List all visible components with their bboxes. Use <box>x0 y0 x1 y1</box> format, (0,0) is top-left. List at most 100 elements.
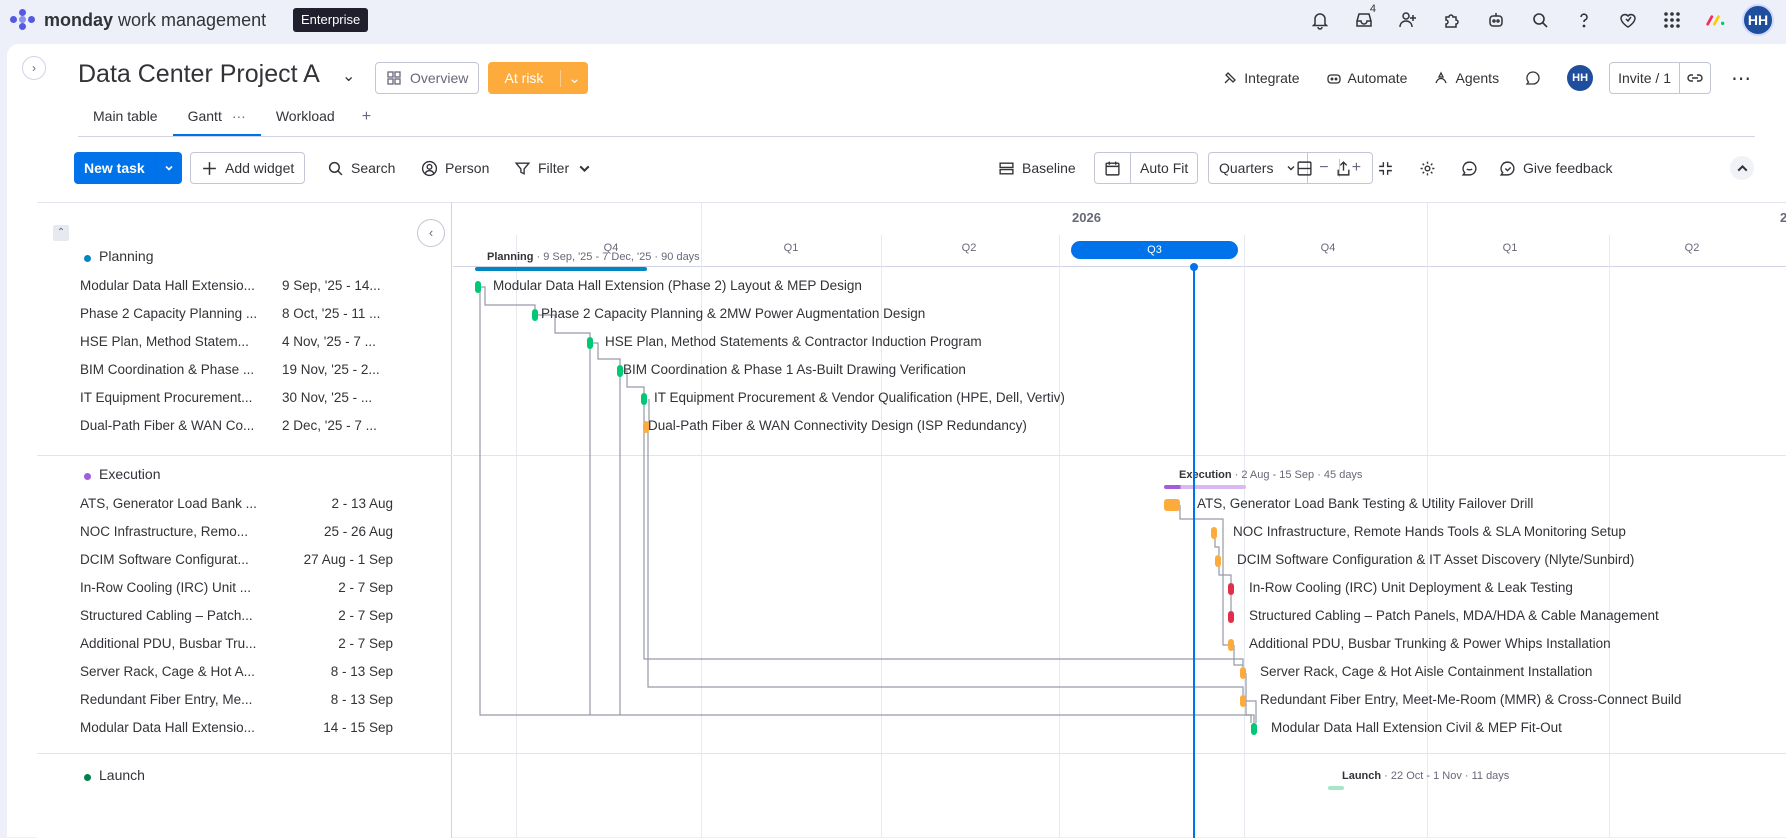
automate-button[interactable]: Automate <box>1326 70 1407 86</box>
task-dates[interactable]: 2 - 7 Sep <box>293 636 393 651</box>
task-dates[interactable]: 4 Nov, '25 - 7 ... <box>282 334 402 349</box>
task-name[interactable]: DCIM Software Configurat... <box>80 552 260 567</box>
split-view-icon[interactable] <box>1296 152 1313 184</box>
help-icon[interactable] <box>1562 0 1606 40</box>
inbox-icon[interactable]: 4 <box>1342 0 1386 40</box>
invite-person-icon[interactable] <box>1386 0 1430 40</box>
tab-options-icon[interactable]: ··· <box>232 108 246 124</box>
task-dates[interactable]: 2 - 13 Aug <box>293 496 393 511</box>
task-name[interactable]: Structured Cabling – Patch... <box>80 608 260 623</box>
export-icon[interactable] <box>1335 152 1352 184</box>
invite-button[interactable]: Invite / 1 <box>1609 62 1711 94</box>
task-name[interactable]: Additional PDU, Busbar Tru... <box>80 636 260 651</box>
ai-chat-icon[interactable] <box>1461 152 1478 184</box>
task-dates[interactable]: 2 - 7 Sep <box>293 608 393 623</box>
task-bar[interactable] <box>1228 639 1234 651</box>
group-name[interactable]: Launch <box>99 767 145 783</box>
chevron-down-icon[interactable] <box>156 152 182 184</box>
user-avatar[interactable]: HH <box>1742 4 1774 36</box>
task-dates[interactable]: 19 Nov, '25 - 2... <box>282 362 402 377</box>
tab-workload[interactable]: Workload <box>261 100 350 136</box>
group-color-dot <box>84 255 91 262</box>
updates-button[interactable] <box>1525 70 1541 86</box>
task-name[interactable]: In-Row Cooling (IRC) Unit ... <box>80 580 260 595</box>
board-member-avatar[interactable]: HH <box>1567 65 1594 91</box>
zoom-level-select[interactable]: Quarters <box>1209 153 1309 183</box>
agents-button[interactable]: Agents <box>1433 70 1499 86</box>
task-dates[interactable]: 2 Dec, '25 - 7 ... <box>282 418 402 433</box>
more-options-icon[interactable]: ⋯ <box>1731 66 1752 91</box>
task-dates[interactable]: 2 - 7 Sep <box>293 580 393 595</box>
collapse-all-icon[interactable]: ⌃ <box>53 225 69 241</box>
status-at-risk-button[interactable]: At risk ⌄ <box>488 62 588 94</box>
task-dates[interactable]: 8 - 13 Sep <box>293 692 393 707</box>
filter-button[interactable]: Filter <box>514 152 593 184</box>
baseline-button[interactable]: Baseline <box>998 152 1076 184</box>
task-name[interactable]: Modular Data Hall Extensio... <box>80 720 260 735</box>
task-bar[interactable] <box>1251 723 1257 735</box>
puzzle-icon[interactable] <box>1430 0 1474 40</box>
task-name[interactable]: IT Equipment Procurement... <box>80 390 260 405</box>
task-bar[interactable] <box>1240 667 1246 679</box>
task-name[interactable]: NOC Infrastructure, Remo... <box>80 524 260 539</box>
task-name[interactable]: Server Rack, Cage & Hot A... <box>80 664 260 679</box>
settings-gear-icon[interactable] <box>1419 152 1436 184</box>
task-dates[interactable]: 25 - 26 Aug <box>293 524 393 539</box>
task-dates[interactable]: 14 - 15 Sep <box>293 720 393 735</box>
person-filter-button[interactable]: Person <box>421 152 489 184</box>
task-bar[interactable] <box>1211 527 1217 539</box>
search-button[interactable]: Search <box>327 152 395 184</box>
board-title[interactable]: Data Center Project A <box>78 60 320 89</box>
dependency-arrows <box>479 286 1257 723</box>
tab-main-table[interactable]: Main table <box>78 100 173 136</box>
new-task-button[interactable]: New task <box>74 152 182 184</box>
robot-icon[interactable] <box>1474 0 1518 40</box>
group-summary-bar[interactable] <box>1328 786 1344 790</box>
task-bar[interactable] <box>1215 555 1221 567</box>
monday-logo[interactable]: monday work management <box>10 9 266 31</box>
integrate-button[interactable]: Integrate <box>1222 70 1300 86</box>
give-feedback-button[interactable]: Give feedback <box>1499 152 1613 184</box>
task-name[interactable]: ATS, Generator Load Bank ... <box>80 496 260 511</box>
add-view-button[interactable]: + <box>350 100 383 136</box>
task-bar[interactable] <box>641 393 647 405</box>
heart-icon[interactable] <box>1606 0 1650 40</box>
overview-button[interactable]: Overview <box>375 62 480 94</box>
task-bar[interactable] <box>475 281 481 293</box>
add-widget-button[interactable]: Add widget <box>190 152 306 184</box>
task-dates[interactable]: 8 - 13 Sep <box>293 664 393 679</box>
group-summary-bar[interactable] <box>475 267 647 271</box>
fullscreen-collapse-icon[interactable] <box>1377 152 1394 184</box>
group-summary-bar[interactable] <box>1164 485 1246 489</box>
collapse-pane-button[interactable]: ‹ <box>417 219 445 247</box>
task-name[interactable]: Phase 2 Capacity Planning ... <box>80 306 260 321</box>
group-name[interactable]: Planning <box>99 248 154 264</box>
task-dates[interactable]: 9 Sep, '25 - 14... <box>282 278 402 293</box>
tab-gantt[interactable]: Gantt ··· <box>172 100 261 136</box>
task-bar[interactable] <box>1228 611 1234 623</box>
task-name[interactable]: Dual-Path Fiber & WAN Co... <box>80 418 260 433</box>
group-name[interactable]: Execution <box>99 466 160 482</box>
bell-icon[interactable] <box>1298 0 1342 40</box>
task-bar[interactable] <box>1240 695 1246 707</box>
calendar-icon[interactable] <box>1095 153 1131 183</box>
task-name[interactable]: Redundant Fiber Entry, Me... <box>80 692 260 707</box>
task-bar[interactable] <box>1228 583 1234 595</box>
copy-link-icon[interactable] <box>1680 70 1710 86</box>
task-bar[interactable] <box>532 309 538 321</box>
task-bar[interactable] <box>587 337 593 349</box>
task-name[interactable]: Modular Data Hall Extensio... <box>80 278 260 293</box>
expand-sidebar-button[interactable]: › <box>22 56 46 80</box>
task-dates[interactable]: 27 Aug - 1 Sep <box>293 552 393 567</box>
task-dates[interactable]: 30 Nov, '25 - ... <box>282 390 402 405</box>
chevron-down-icon[interactable]: ⌄ <box>342 66 355 86</box>
monday-logo-icon[interactable] <box>1694 0 1738 40</box>
task-name[interactable]: HSE Plan, Method Statem... <box>80 334 260 349</box>
task-bar[interactable] <box>1164 499 1180 511</box>
search-icon[interactable] <box>1518 0 1562 40</box>
apps-grid-icon[interactable] <box>1650 0 1694 40</box>
task-name[interactable]: BIM Coordination & Phase ... <box>80 362 260 377</box>
auto-fit-button[interactable]: Auto Fit <box>1138 160 1197 176</box>
collapse-header-icon[interactable] <box>1730 156 1754 180</box>
task-dates[interactable]: 8 Oct, '25 - 11 ... <box>282 306 402 321</box>
